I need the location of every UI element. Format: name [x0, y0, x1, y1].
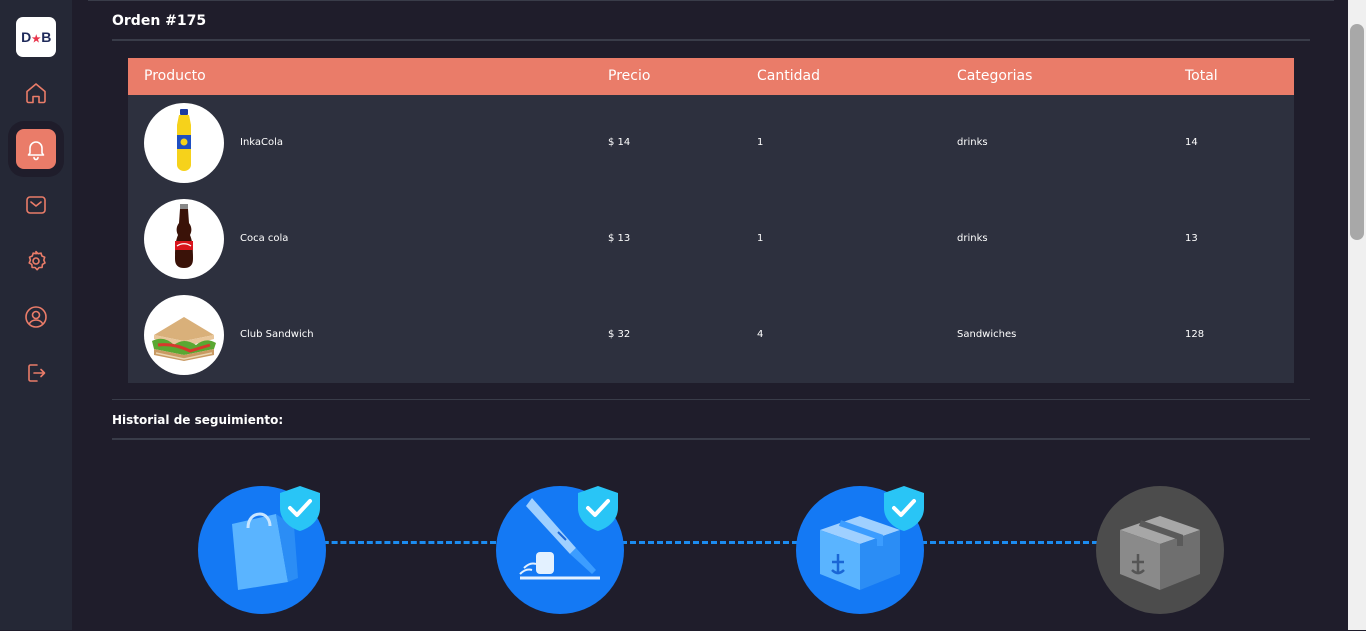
tracking-title: Historial de seguimiento: — [112, 413, 284, 427]
tracking-connector — [912, 541, 1098, 544]
product-image — [144, 103, 224, 183]
product-name: InkaCola — [240, 137, 284, 148]
product-quantity: 4 — [757, 329, 764, 340]
product-image — [144, 199, 224, 279]
logout-icon — [28, 364, 46, 382]
divider — [112, 399, 1310, 400]
product-category: Sandwiches — [957, 329, 1017, 340]
product-total: 14 — [1185, 137, 1198, 148]
column-header-total: Total — [1185, 68, 1218, 84]
product-name: Coca cola — [240, 233, 289, 244]
product-price: $ 13 — [608, 233, 631, 244]
product-total: 128 — [1185, 329, 1205, 340]
step-check-icon — [882, 484, 926, 532]
cocacola-bottle-icon — [175, 204, 193, 268]
gear-icon — [28, 250, 46, 271]
app-logo[interactable]: D★B — [16, 17, 56, 57]
bell-icon — [27, 141, 45, 161]
nav-notifications[interactable] — [16, 129, 56, 169]
column-header-price: Precio — [608, 68, 651, 84]
scrollbar-thumb[interactable] — [1350, 24, 1364, 240]
column-header-product: Producto — [144, 68, 206, 84]
sidebar: D★B — [0, 0, 72, 630]
user-icon — [25, 306, 47, 328]
product-category: drinks — [957, 233, 988, 244]
home-icon — [26, 83, 46, 104]
table-row: InkaCola $ 14 1 drinks 14 — [128, 95, 1294, 191]
product-name: Club Sandwich — [240, 329, 314, 340]
table-header: Producto Precio Cantidad Categorias Tota… — [128, 58, 1294, 95]
step-check-icon — [576, 484, 620, 532]
divider — [112, 39, 1310, 41]
logo-text: D★B — [21, 29, 51, 45]
nav-logout[interactable] — [16, 353, 56, 393]
product-quantity: 1 — [757, 137, 764, 148]
nav-messages[interactable] — [16, 185, 56, 225]
sidebar-gap — [72, 0, 88, 630]
divider — [112, 438, 1310, 440]
order-table: Producto Precio Cantidad Categorias Tota… — [128, 58, 1294, 383]
tracking-step-delivered — [1096, 486, 1224, 614]
column-header-category: Categorias — [957, 68, 1033, 84]
product-image — [144, 295, 224, 375]
product-total: 13 — [1185, 233, 1198, 244]
table-row: Coca cola $ 13 1 drinks 13 — [128, 191, 1294, 287]
step-check-icon — [278, 484, 322, 532]
product-price: $ 14 — [608, 137, 631, 148]
nav-profile[interactable] — [16, 297, 56, 337]
inkacola-bottle-icon — [177, 109, 191, 171]
product-quantity: 1 — [757, 233, 764, 244]
package-icon — [1120, 516, 1200, 590]
table-row: Club Sandwich $ 32 4 Sandwiches 128 — [128, 287, 1294, 383]
product-price: $ 32 — [608, 329, 631, 340]
mail-icon — [26, 196, 46, 214]
logo-star-icon: ★ — [31, 34, 41, 45]
page-title: Orden #175 — [112, 13, 207, 29]
column-header-quantity: Cantidad — [757, 68, 820, 84]
tracking-connector — [314, 541, 496, 544]
club-sandwich-icon — [152, 317, 216, 361]
tracking-connector — [612, 541, 798, 544]
nav-home[interactable] — [16, 73, 56, 113]
nav-settings[interactable] — [16, 241, 56, 281]
main-content: Orden #175 Producto Precio Cantidad Cate… — [88, 0, 1334, 631]
product-category: drinks — [957, 137, 988, 148]
